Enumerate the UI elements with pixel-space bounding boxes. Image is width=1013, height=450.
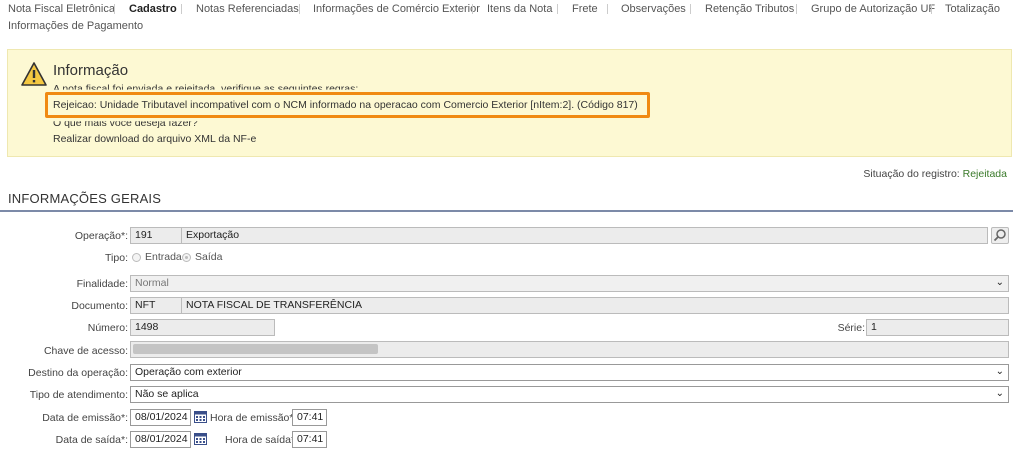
tab-nota-fiscal-eletronica[interactable]: Nota Fiscal Eletrônica <box>8 3 115 15</box>
atendimento-label: Tipo de atendimento: <box>29 389 128 401</box>
numero-field[interactable]: 1498 <box>130 319 275 336</box>
destino-value: Operação com exterior <box>135 366 242 378</box>
data-saida-label: Data de saída*: <box>55 434 128 446</box>
tab-separator <box>931 4 932 14</box>
status-label: Situação do registro: <box>863 168 960 180</box>
warning-icon <box>21 62 47 86</box>
calendar-icon[interactable] <box>194 432 207 445</box>
hora-saida-label: Hora de saída*: <box>225 434 298 446</box>
serie-field[interactable]: 1 <box>866 319 1009 336</box>
chave-acesso-redacted <box>133 344 378 354</box>
destino-label: Destino da operação: <box>28 367 128 379</box>
tipo-saida-radio[interactable] <box>182 253 191 262</box>
section-title: INFORMAÇÕES GERAIS <box>8 191 162 206</box>
operacao-name-field[interactable]: Exportação <box>181 227 988 244</box>
download-xml-link[interactable]: Realizar download do arquivo XML da NF-e <box>53 133 256 145</box>
chevron-down-icon: ⌄ <box>995 277 1004 288</box>
tipo-label: Tipo: <box>105 252 128 264</box>
chevron-down-icon: ⌄ <box>995 366 1004 377</box>
error-highlight-box <box>45 92 650 118</box>
record-status: Situação do registro: Rejeitada <box>863 168 1007 180</box>
tab-informacoes-pagamento[interactable]: Informações de Pagamento <box>8 20 143 32</box>
documento-name-field[interactable]: NOTA FISCAL DE TRANSFERÊNCIA <box>181 297 1009 314</box>
section-divider <box>0 210 1013 212</box>
operacao-code-field[interactable]: 191 <box>130 227 182 244</box>
hora-emissao-field[interactable]: 07:41 <box>292 409 327 426</box>
operacao-label: Operação*: <box>74 230 128 242</box>
status-value: Rejeitada <box>962 168 1007 180</box>
tab-cadastro[interactable]: Cadastro <box>129 3 177 15</box>
tab-bar: Nota Fiscal Eletrônica Cadastro Notas Re… <box>0 0 1013 38</box>
data-emissao-field[interactable]: 08/01/2024 <box>130 409 191 426</box>
documento-code-field[interactable]: NFT <box>130 297 182 314</box>
serie-label: Série: <box>837 322 865 334</box>
hora-emissao-label: Hora de emissão*: <box>210 412 297 424</box>
tab-separator <box>796 4 797 14</box>
info-title: Informação <box>53 62 129 79</box>
tab-separator <box>557 4 558 14</box>
finalidade-value: Normal <box>135 277 169 289</box>
tab-retencao-tributos[interactable]: Retenção Tributos <box>705 3 794 15</box>
tab-totalizacao[interactable]: Totalização <box>945 3 1000 15</box>
tab-separator <box>607 4 608 14</box>
chave-label: Chave de acesso: <box>43 345 128 357</box>
tab-grupo-autorizacao-uf[interactable]: Grupo de Autorização UF <box>811 3 935 15</box>
finalidade-label: Finalidade: <box>76 278 128 290</box>
data-emissao-label: Data de emissão*: <box>42 412 128 424</box>
tipo-saida-label: Saída <box>195 251 223 263</box>
tab-observacoes[interactable]: Observações <box>621 3 686 15</box>
finalidade-select[interactable]: Normal ⌄ <box>130 275 1009 292</box>
tab-separator <box>472 4 473 14</box>
calendar-icon[interactable] <box>194 410 207 423</box>
tab-separator <box>299 4 300 14</box>
tab-itens-da-nota[interactable]: Itens da Nota <box>487 3 552 15</box>
documento-label: Documento: <box>71 300 128 312</box>
tab-comercio-exterior[interactable]: Informações de Comércio Exterior <box>313 3 480 15</box>
hora-saida-field[interactable]: 07:41 <box>292 431 327 448</box>
numero-label: Número: <box>87 322 128 334</box>
tab-separator <box>690 4 691 14</box>
atendimento-select[interactable]: Não se aplica ⌄ <box>130 386 1009 403</box>
data-saida-field[interactable]: 08/01/2024 <box>130 431 191 448</box>
tab-separator <box>114 4 115 14</box>
tab-frete[interactable]: Frete <box>572 3 598 15</box>
tab-notas-referenciadas[interactable]: Notas Referenciadas <box>196 3 299 15</box>
atendimento-value: Não se aplica <box>135 388 199 400</box>
tab-separator <box>181 4 182 14</box>
destino-select[interactable]: Operação com exterior ⌄ <box>130 364 1009 381</box>
tipo-entrada-radio[interactable] <box>132 253 141 262</box>
chevron-down-icon: ⌄ <box>995 388 1004 399</box>
tipo-entrada-label: Entrada <box>145 251 182 263</box>
search-icon <box>993 229 1006 242</box>
operacao-search-button[interactable] <box>991 227 1009 244</box>
